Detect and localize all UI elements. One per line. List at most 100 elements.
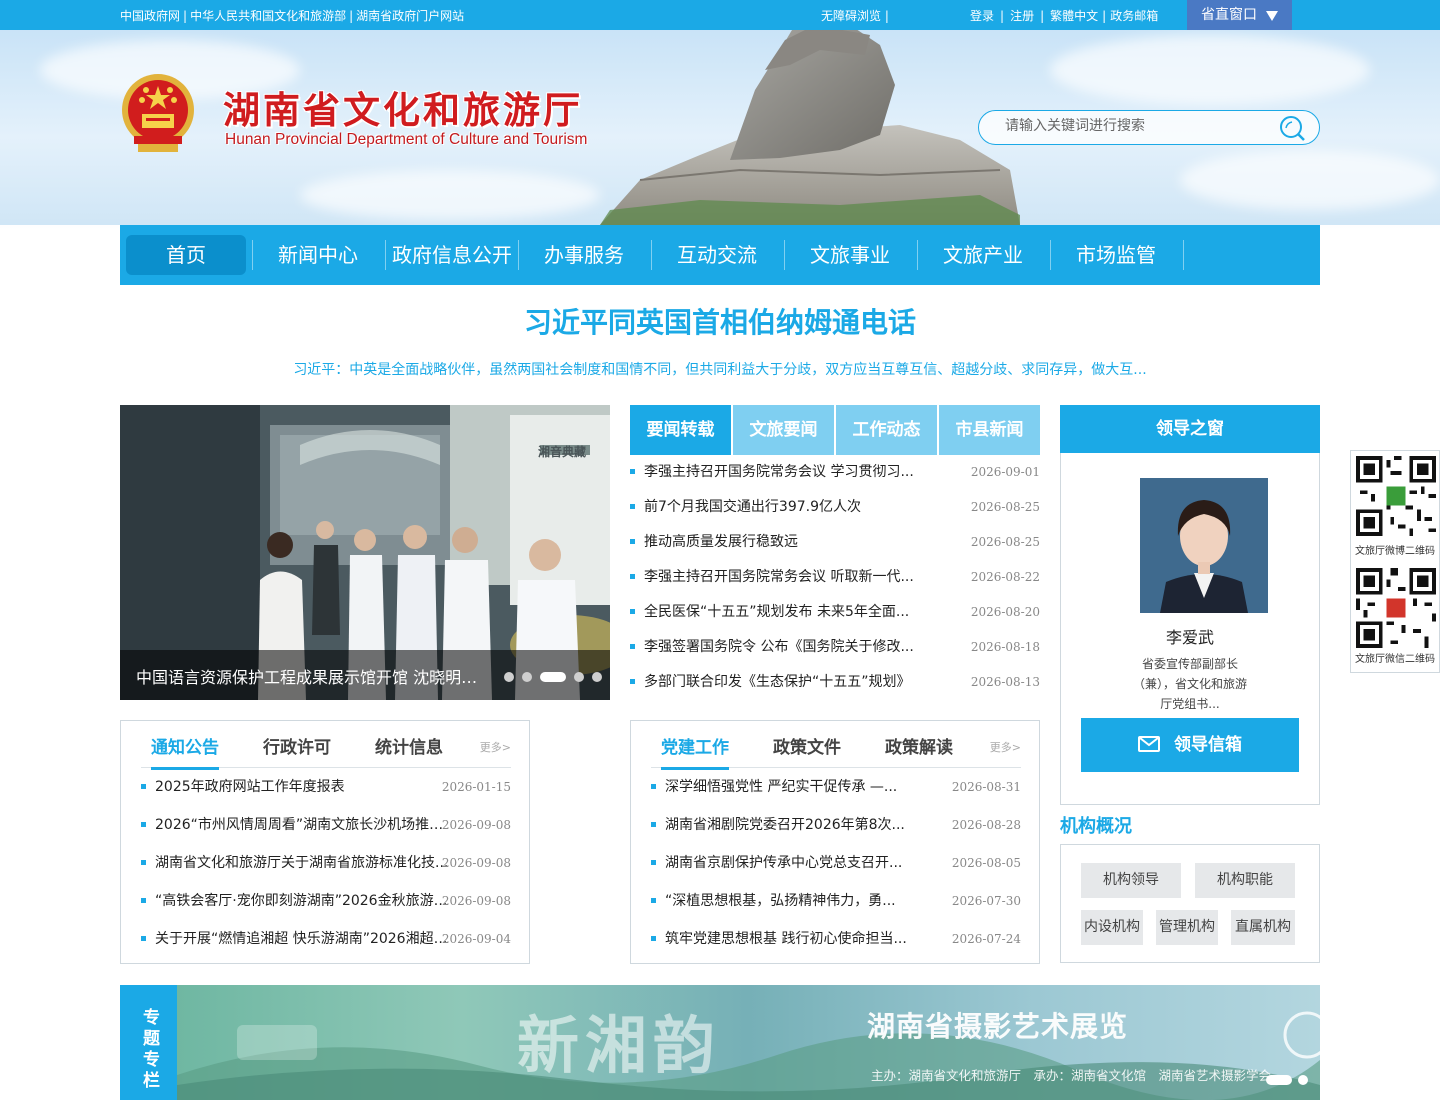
- management-bodies-button[interactable]: 管理机构: [1156, 910, 1218, 945]
- org-leaders-button[interactable]: 机构领导: [1081, 863, 1181, 898]
- affiliated-units-button[interactable]: 直属机构: [1231, 910, 1295, 945]
- notice-title[interactable]: 湖南省文化和旅游厅关于湖南省旅游标准化技...: [155, 853, 455, 873]
- party-more-link[interactable]: 更多>: [990, 739, 1021, 755]
- news-date: 2026-08-13: [970, 675, 1040, 689]
- list-item[interactable]: 推动高质量发展行稳致远 2026-08-25: [630, 532, 1040, 567]
- list-item[interactable]: 李强签署国务院令 公布《国务院关于修改... 2026-08-18: [630, 637, 1040, 672]
- banner-subtitle: 主办：湖南省文化和旅游厅 承办：湖南省文化馆 湖南省艺术摄影学会: [871, 1068, 1272, 1083]
- search-icon[interactable]: [1279, 115, 1305, 141]
- nav-culture-industry[interactable]: 文旅产业: [923, 235, 1043, 275]
- tab-admin-licensing[interactable]: 行政许可: [263, 733, 331, 758]
- carousel-dot[interactable]: [574, 672, 584, 682]
- tab-statistics[interactable]: 统计信息: [375, 733, 443, 758]
- weibo-qr-caption: 文旅厅微博二维码: [1355, 546, 1435, 557]
- list-item[interactable]: 多部门联合印发《生态保护“十五五”规划》 2026-08-13: [630, 672, 1040, 707]
- leader-mailbox-button[interactable]: 领导信箱: [1081, 718, 1299, 772]
- list-item[interactable]: “深植思想根基，弘扬精神伟力，勇... 2026-07-30: [651, 891, 1021, 929]
- list-item[interactable]: 关于开展“燃情追湘超 快乐游湖南”2026湘超文... 2026-09-04: [141, 929, 511, 967]
- carousel-dot[interactable]: [522, 672, 532, 682]
- carousel-caption[interactable]: 中国语言资源保护工程成果展示馆开馆 沈晓明宣...: [136, 664, 491, 688]
- news-title[interactable]: 前7个月我国交通出行397.9亿人次: [644, 497, 924, 517]
- org-overview-title: 机构概况: [1060, 816, 1132, 837]
- banner-dot[interactable]: [1298, 1075, 1308, 1085]
- tab-policy-documents[interactable]: 政策文件: [773, 733, 841, 758]
- headline-summary[interactable]: 习近平：中英是全面战略伙伴，虽然两国社会制度和国情不同，但共同利益大于分歧，双方…: [120, 359, 1320, 379]
- traditional-chinese-link[interactable]: 繁體中文: [1050, 9, 1098, 23]
- national-emblem-icon: [122, 74, 194, 152]
- news-title[interactable]: 全民医保“十五五”规划发布 未来5年全面...: [644, 602, 924, 622]
- link-hunan-gov[interactable]: 湖南省政府门户网站: [356, 9, 464, 23]
- weibo-qr-code[interactable]: [1356, 456, 1436, 536]
- list-item[interactable]: 全民医保“十五五”规划发布 未来5年全面... 2026-08-20: [630, 602, 1040, 637]
- leader-duty: 省委宣传部副部长（兼），省文化和旅游厅党组书...: [1132, 657, 1247, 711]
- carousel-dot-active[interactable]: [540, 672, 566, 682]
- news-title[interactable]: 多部门联合印发《生态保护“十五五”规划》: [644, 672, 924, 692]
- special-topics-banner[interactable]: 新湘韵 湖南省摄影艺术展览 主办：湖南省文化和旅游厅 承办：湖南省文化馆 湖南省…: [177, 985, 1320, 1100]
- news-title[interactable]: 李强签署国务院令 公布《国务院关于修改...: [644, 637, 924, 657]
- nav-culture-undertakings[interactable]: 文旅事业: [790, 235, 910, 275]
- tab-notices[interactable]: 通知公告: [151, 733, 219, 770]
- list-item[interactable]: 2025年政府网站工作年度报表 2026-01-15: [141, 777, 511, 815]
- tab-reprinted-news[interactable]: 要闻转载: [630, 405, 731, 455]
- notice-title[interactable]: “高铁会客厅·宠你即刻游湖南”2026金秋旅游推...: [155, 891, 455, 911]
- tab-work-updates[interactable]: 工作动态: [836, 405, 937, 455]
- list-item[interactable]: 前7个月我国交通出行397.9亿人次 2026-08-25: [630, 497, 1040, 532]
- notice-title[interactable]: 关于开展“燃情追湘超 快乐游湖南”2026湘超文...: [155, 929, 455, 949]
- banner-dot-active[interactable]: [1266, 1075, 1292, 1085]
- nav-home[interactable]: 首页: [126, 235, 246, 275]
- list-item[interactable]: 筑牢党建思想根基 践行初心使命担当... 2026-07-24: [651, 929, 1021, 967]
- party-title[interactable]: 湖南省京剧保护传承中心党总支召开...: [665, 853, 910, 873]
- list-item[interactable]: 2026“市州风情周周看”湖南文旅长沙机场推广... 2026-09-08: [141, 815, 511, 853]
- leader-photo[interactable]: [1140, 478, 1268, 613]
- nav-market-supervision[interactable]: 市场监管: [1056, 235, 1176, 275]
- party-date: 2026-08-28: [951, 818, 1021, 832]
- list-item[interactable]: 湖南省湘剧院党委召开2026年第8次... 2026-08-28: [651, 815, 1021, 853]
- list-item[interactable]: 李强主持召开国务院常务会议 听取新一代... 2026-08-22: [630, 567, 1040, 602]
- news-title[interactable]: 李强主持召开国务院常务会议 听取新一代...: [644, 567, 924, 587]
- notice-title[interactable]: 2026“市州风情周周看”湖南文旅长沙机场推广...: [155, 815, 455, 835]
- list-item[interactable]: 湖南省京剧保护传承中心党总支召开... 2026-08-05: [651, 853, 1021, 891]
- tab-party-building[interactable]: 党建工作: [661, 733, 729, 770]
- provincial-window-dropdown[interactable]: 省直窗口: [1187, 0, 1292, 32]
- tab-city-county-news[interactable]: 市县新闻: [939, 405, 1040, 455]
- carousel-dot[interactable]: [592, 672, 602, 682]
- news-title[interactable]: 李强主持召开国务院常务会议 学习贯彻习...: [644, 462, 924, 482]
- notice-title[interactable]: 2025年政府网站工作年度报表: [155, 777, 455, 797]
- party-tabs: 党建工作 政策文件 政策解读 更多>: [651, 721, 1021, 770]
- list-item[interactable]: 李强主持召开国务院常务会议 学习贯彻习... 2026-09-01: [630, 462, 1040, 497]
- list-item[interactable]: 湖南省文化和旅游厅关于湖南省旅游标准化技... 2026-09-08: [141, 853, 511, 891]
- statue-illustration: [600, 30, 1020, 225]
- photo-carousel[interactable]: 湘音典藏 中国语言资源保护工程成果展示馆开馆 沈晓明宣...: [120, 405, 610, 700]
- wechat-qr-code[interactable]: [1356, 568, 1436, 648]
- party-title[interactable]: 深学细悟强党性 严纪实干促传承 —...: [665, 777, 910, 797]
- org-functions-button[interactable]: 机构职能: [1195, 863, 1295, 898]
- party-title[interactable]: “深植思想根基，弘扬精神伟力，勇...: [665, 891, 910, 911]
- link-gov-cn[interactable]: 中国政府网: [120, 9, 180, 23]
- search-input[interactable]: [1005, 118, 1265, 134]
- mail-icon: [1138, 736, 1160, 752]
- nav-services[interactable]: 办事服务: [524, 235, 644, 275]
- gov-email-link[interactable]: 政务邮箱: [1110, 9, 1158, 23]
- tab-culture-news[interactable]: 文旅要闻: [733, 405, 834, 455]
- headline-title[interactable]: 习近平同英国首相伯纳姆通电话: [120, 301, 1320, 341]
- nav-news-center[interactable]: 新闻中心: [258, 235, 378, 275]
- tab-policy-interpretation[interactable]: 政策解读: [885, 733, 953, 758]
- carousel-dot[interactable]: [504, 672, 514, 682]
- leader-name[interactable]: 李爱武: [1061, 624, 1319, 648]
- notice-more-link[interactable]: 更多>: [480, 739, 511, 755]
- news-date: 2026-08-25: [970, 535, 1040, 549]
- login-link[interactable]: 登录: [970, 9, 994, 23]
- register-link[interactable]: 注册: [1010, 9, 1034, 23]
- news-title[interactable]: 推动高质量发展行稳致远: [644, 532, 924, 552]
- nav-interaction[interactable]: 互动交流: [657, 235, 777, 275]
- link-mct[interactable]: 中华人民共和国文化和旅游部: [190, 9, 346, 23]
- site-subtitle: Hunan Provincial Department of Culture a…: [225, 131, 588, 148]
- list-item[interactable]: 深学细悟强党性 严纪实干促传承 —... 2026-08-31: [651, 777, 1021, 815]
- internal-departments-button[interactable]: 内设机构: [1081, 910, 1143, 945]
- party-title[interactable]: 湖南省湘剧院党委召开2026年第8次...: [665, 815, 910, 835]
- list-item[interactable]: “高铁会客厅·宠你即刻游湖南”2026金秋旅游推... 2026-09-08: [141, 891, 511, 929]
- party-title[interactable]: 筑牢党建思想根基 践行初心使命担当...: [665, 929, 910, 949]
- nav-gov-info[interactable]: 政府信息公开: [391, 235, 513, 275]
- party-panel: 党建工作 政策文件 政策解读 更多> 深学细悟强党性 严纪实干促传承 —... 2…: [630, 720, 1040, 964]
- accessibility-link[interactable]: 无障碍浏览 |: [821, 7, 889, 24]
